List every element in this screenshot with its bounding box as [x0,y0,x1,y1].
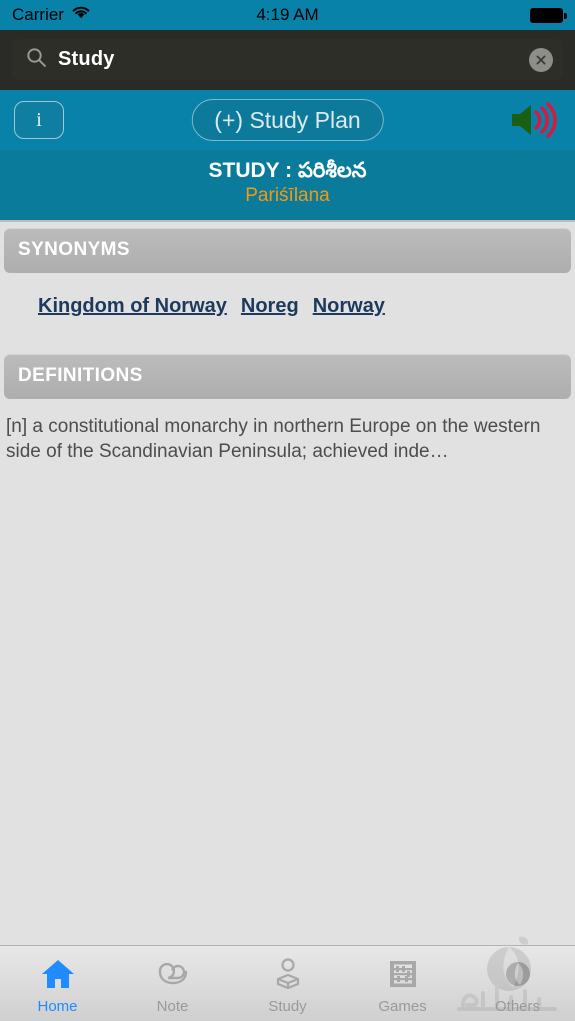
carrier-label: Carrier [12,5,64,24]
study-reading-person-icon [270,957,306,995]
battery-full-icon [530,7,567,23]
definitions-body: [n] a constitutional monarchy in norther… [0,399,575,465]
status-bar: Carrier 4:19 AM [0,0,575,30]
status-bar-right [530,7,567,23]
tab-home-label: Home [37,997,78,1015]
synonym-link[interactable]: Noreg [241,295,299,317]
section-header-synonyms: SYNONYMS [4,227,571,273]
speaker-sound-icon[interactable] [507,99,561,141]
tab-others-label: Others [494,997,540,1015]
info-button-label: i [36,108,42,131]
clear-circle-x-icon[interactable] [529,47,553,72]
abacus-icon [385,958,421,995]
search-bar-area: Study [0,30,575,90]
tab-note-label: Note [156,997,189,1015]
tab-home[interactable]: Home [0,946,115,1021]
note-icon [155,958,191,995]
word-transliteration: Pariśīlana [245,185,330,207]
info-button[interactable]: i [14,101,64,139]
synonyms-list: Kingdom of Norway Noreg Norway [0,273,575,348]
tab-study[interactable]: Study [230,946,345,1021]
others-icon [500,958,536,995]
search-icon [26,47,47,73]
tab-bar: Home Note Study Games Others [0,936,575,1021]
study-plan-button-label: (+) Study Plan [214,106,361,133]
section-header-definitions-label: DEFINITIONS [18,365,143,387]
status-bar-left: Carrier [12,5,91,25]
synonym-link[interactable]: Kingdom of Norway [38,295,227,317]
synonym-link[interactable]: Norway [313,295,385,317]
tab-games-label: Games [378,997,427,1015]
tab-games[interactable]: Games [345,946,460,1021]
word-title: STUDY : పరిశీలన [208,159,367,182]
add-study-plan-button[interactable]: (+) Study Plan [191,99,384,141]
content-scroll-area[interactable]: SYNONYMS Kingdom of Norway Noreg Norway DE… [0,221,575,945]
home-icon [40,958,76,995]
word-header: STUDY : పరిశీలన Pariśīlana [0,150,575,222]
search-input[interactable]: Study [12,39,563,80]
app-root: Carrier 4:19 AM Study i (+) Study Plan S… [0,0,575,1021]
tab-study-label: Study [268,997,307,1015]
toolbar: i (+) Study Plan [0,90,575,150]
definition-text[interactable]: [n] a constitutional monarchy in norther… [6,414,569,465]
section-header-synonyms-label: SYNONYMS [18,239,130,261]
tab-note[interactable]: Note [115,946,230,1021]
wifi-icon [71,5,91,25]
search-input-value: Study [58,48,115,70]
section-header-definitions: DEFINITIONS [4,353,571,399]
tab-others[interactable]: Others [460,946,575,1021]
